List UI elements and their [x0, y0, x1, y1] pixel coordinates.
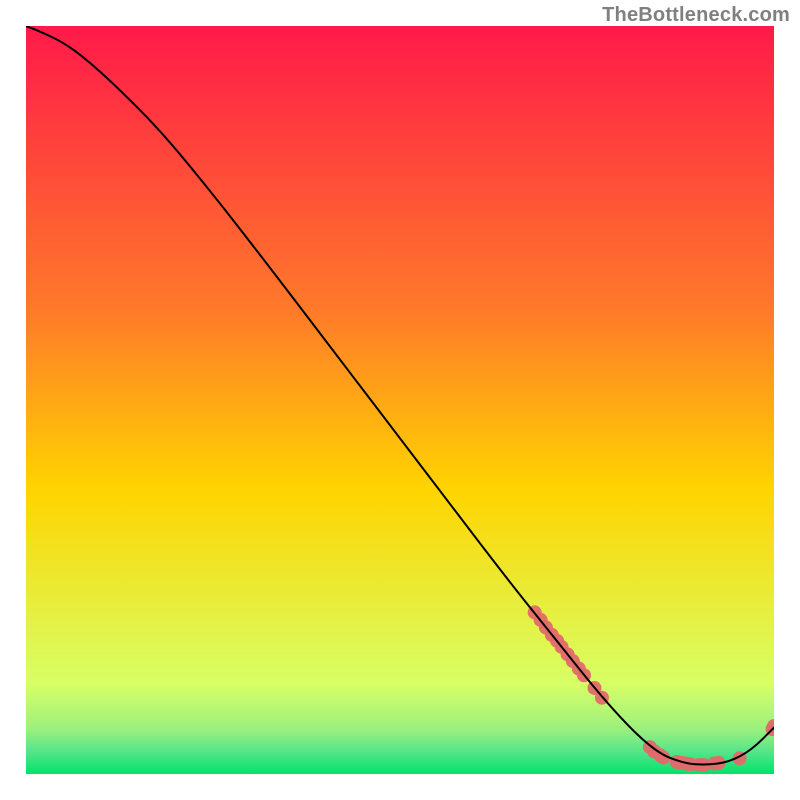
chart-svg	[0, 0, 800, 800]
chart-stage: TheBottleneck.com	[0, 0, 800, 800]
watermark-text: TheBottleneck.com	[602, 4, 790, 27]
data-point	[767, 719, 781, 733]
gradient-background	[26, 26, 774, 774]
